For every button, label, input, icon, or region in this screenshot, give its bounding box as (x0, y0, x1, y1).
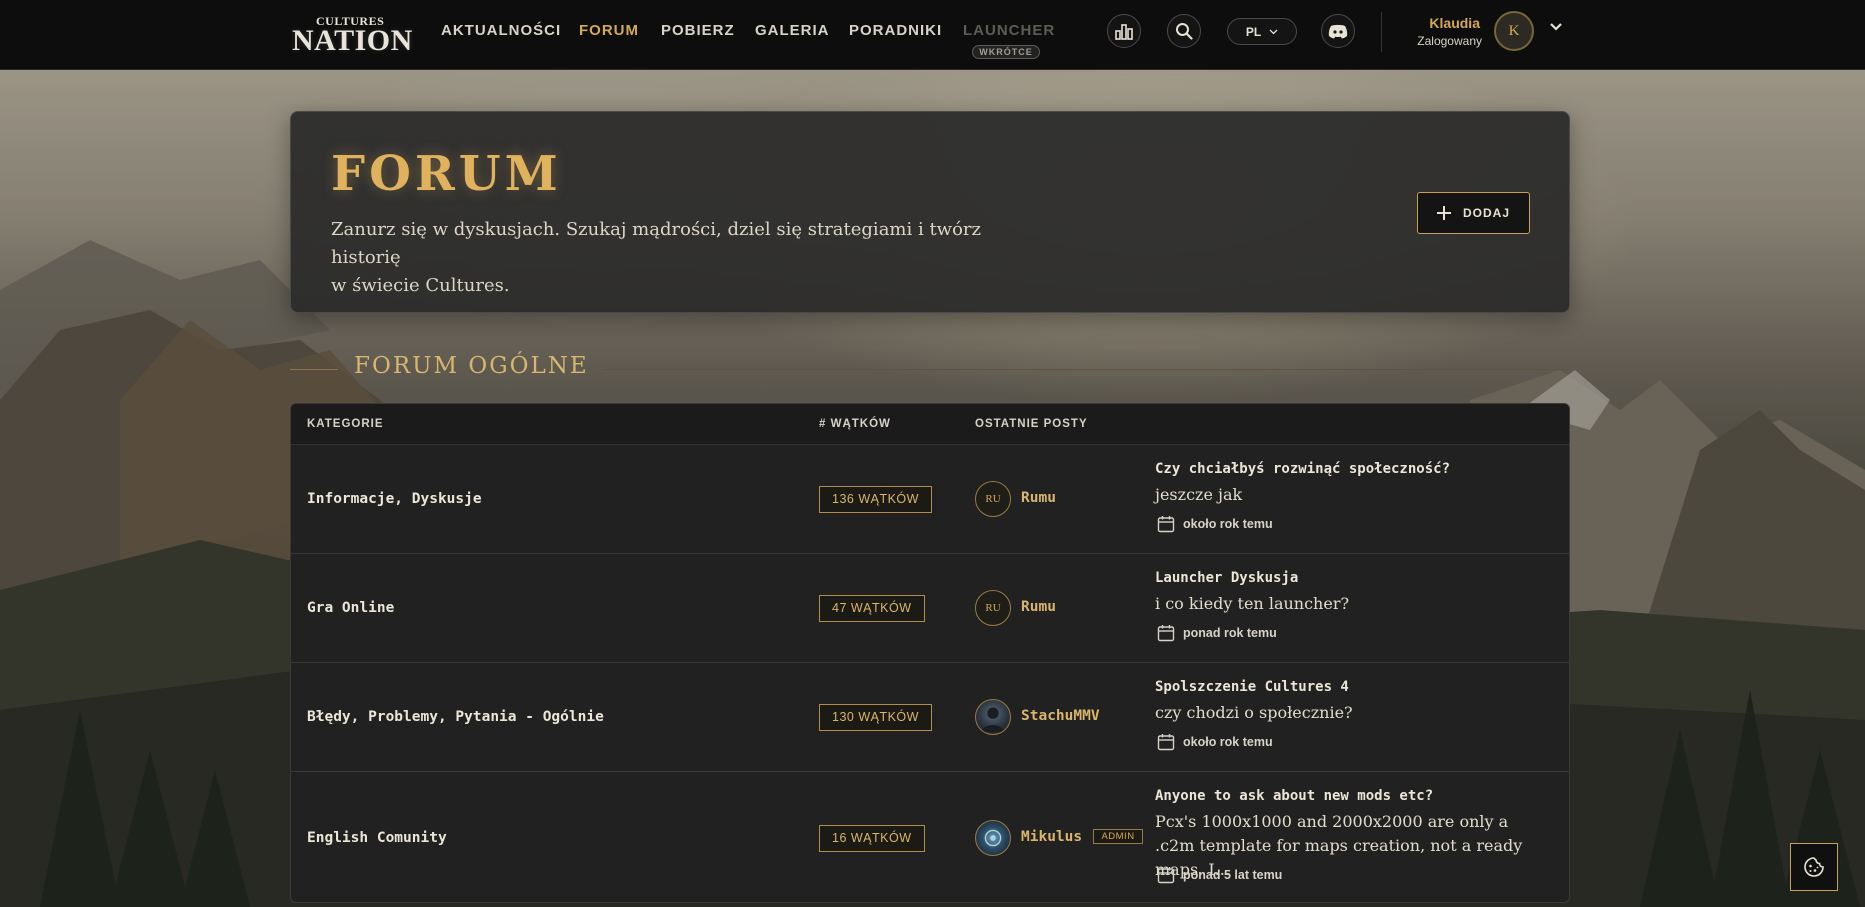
last-post-time-text: ponad rok temu (1183, 626, 1277, 640)
nav-divider (1381, 12, 1382, 52)
avatar[interactable] (975, 820, 1011, 856)
last-post-title[interactable]: Czy chciałbyś rozwinąć społeczność? (1155, 461, 1450, 477)
logo-main-text: NATION (292, 24, 413, 57)
last-post-title[interactable]: Anyone to ask about new mods etc? (1155, 788, 1433, 804)
threads-count-badge: 130 WĄTKÓW (819, 704, 932, 731)
nav-link-poradniki[interactable]: PORADNIKI (849, 22, 942, 39)
category-name[interactable]: Informacje, Dyskusje (307, 491, 482, 507)
section-title: FORUM OGÓLNE (354, 353, 589, 379)
discord-icon (1328, 24, 1348, 38)
last-post-excerpt: czy chodzi o społecznie? (1155, 703, 1353, 722)
table-row[interactable]: English Comunity 16 WĄTKÓW Mikulus ADMIN… (291, 772, 1569, 902)
table-header: KATEGORIE # WĄTKÓW OSTATNIE POSTY (291, 404, 1569, 445)
last-poster-name[interactable]: Mikulus (1021, 829, 1082, 845)
add-button-label: DODAJ (1462, 206, 1510, 220)
user-photo-icon (981, 707, 1005, 733)
forum-hero-panel: FORUM Zanurz się w dyskusjach. Szukaj mą… (290, 111, 1570, 313)
last-post-title[interactable]: Launcher Dyskusja (1155, 570, 1298, 586)
calendar-icon (1157, 734, 1175, 751)
cookie-settings-button[interactable] (1790, 843, 1838, 891)
last-post-title[interactable]: Spolszczenie Cultures 4 (1155, 679, 1349, 695)
avatar[interactable] (975, 699, 1011, 735)
stats-icon (1115, 24, 1133, 40)
threads-count-badge: 47 WĄTKÓW (819, 595, 925, 622)
user-name: Klaudia (1429, 15, 1480, 31)
last-post-time-text: około rok temu (1183, 517, 1273, 531)
last-poster-name[interactable]: Rumu (1021, 490, 1056, 506)
chevron-down-icon (1269, 29, 1278, 34)
launcher-soon-badge: WKRÓTCE (972, 45, 1040, 59)
last-post-time: około rok temu (1157, 733, 1273, 751)
user-photo-icon (984, 829, 1002, 847)
section-divider-right (603, 369, 1570, 370)
header-latest-posts: OSTATNIE POSTY (975, 418, 1088, 430)
section-divider-left (290, 369, 338, 370)
subtitle-line-2: w świecie Cultures. (331, 275, 510, 296)
nav-link-galeria[interactable]: GALERIA (755, 22, 830, 39)
nav-link-forum[interactable]: FORUM (579, 22, 639, 39)
site-logo[interactable]: CULTURES NATION (290, 12, 412, 57)
category-name[interactable]: Błędy, Problemy, Pytania - Ogólnie (307, 709, 604, 725)
search-icon (1176, 23, 1193, 40)
last-post-time-text: ponad 5 lat temu (1183, 868, 1283, 882)
last-post-time: około rok temu (1157, 515, 1273, 533)
nav-link-pobierz[interactable]: POBIERZ (661, 22, 735, 39)
page-subtitle: Zanurz się w dyskusjach. Szukaj mądrości… (331, 216, 1031, 300)
user-menu-chevron-icon[interactable] (1549, 22, 1563, 32)
avatar[interactable]: RU (975, 481, 1011, 517)
language-value: PL (1245, 24, 1262, 39)
calendar-icon (1157, 625, 1175, 642)
calendar-icon (1157, 516, 1175, 533)
nav-link-aktualnosci[interactable]: AKTUALNOŚCI (441, 22, 561, 39)
header-categories: KATEGORIE (307, 418, 384, 430)
table-row[interactable]: Błędy, Problemy, Pytania - Ogólnie 130 W… (291, 663, 1569, 772)
nav-link-launcher: LAUNCHER (963, 22, 1056, 39)
category-name[interactable]: Gra Online (307, 600, 394, 616)
search-button[interactable] (1167, 14, 1201, 48)
table-row[interactable]: Informacje, Dyskusje 136 WĄTKÓW RU Rumu … (291, 445, 1569, 554)
page-title: FORUM (331, 146, 562, 202)
top-navbar: CULTURES NATION AKTUALNOŚCI FORUM POBIER… (0, 0, 1865, 70)
user-status: Zalogowany (1417, 34, 1482, 48)
admin-badge: ADMIN (1093, 829, 1143, 844)
last-post-excerpt: jeszcze jak (1155, 485, 1243, 504)
user-avatar[interactable]: K (1494, 11, 1534, 51)
cookie-icon (1804, 857, 1824, 877)
threads-count-badge: 136 WĄTKÓW (819, 486, 932, 513)
stats-button[interactable] (1107, 14, 1141, 48)
last-post-time: ponad rok temu (1157, 624, 1277, 642)
avatar[interactable]: RU (975, 590, 1011, 626)
add-button[interactable]: DODAJ (1417, 192, 1530, 234)
threads-count-badge: 16 WĄTKÓW (819, 825, 925, 852)
table-row[interactable]: Gra Online 47 WĄTKÓW RU Rumu Launcher Dy… (291, 554, 1569, 663)
last-poster-name[interactable]: StachuMMV (1021, 708, 1100, 724)
category-name[interactable]: English Comunity (307, 830, 447, 846)
last-post-time: ponad 5 lat temu (1157, 866, 1282, 884)
last-post-time-text: około rok temu (1183, 735, 1273, 749)
discord-button[interactable] (1321, 14, 1355, 48)
forum-categories-table: KATEGORIE # WĄTKÓW OSTATNIE POSTY Inform… (290, 403, 1570, 903)
calendar-icon (1157, 867, 1175, 884)
last-post-excerpt: i co kiedy ten launcher? (1155, 594, 1350, 613)
subtitle-line-1: Zanurz się w dyskusjach. Szukaj mądrości… (331, 219, 982, 268)
language-select[interactable]: PL (1227, 18, 1297, 45)
header-threads: # WĄTKÓW (819, 418, 891, 430)
plus-icon (1436, 206, 1451, 220)
last-poster-name[interactable]: Rumu (1021, 599, 1056, 615)
